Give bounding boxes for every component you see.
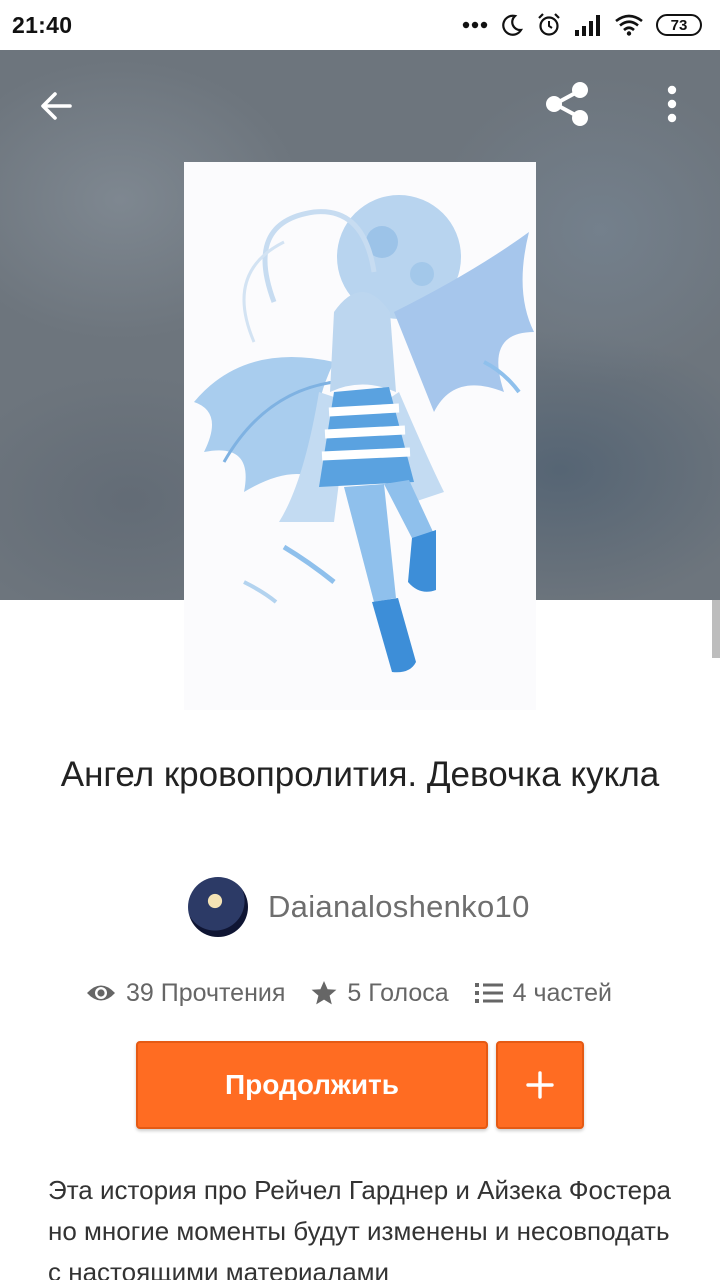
reads-count: 39 Прочтения [126, 978, 286, 1007]
parts-count: 4 частей [512, 978, 612, 1007]
wifi-icon [614, 14, 644, 36]
story-description: Эта история про Рейчел Гарднер и Айзека … [48, 1175, 671, 1280]
author-link[interactable]: Daianaloshenko10 [188, 876, 530, 938]
more-options-button[interactable] [640, 72, 704, 136]
status-bar: 21:40 73 [0, 0, 720, 50]
alarm-icon [536, 12, 562, 38]
story-title: Ангел кровопролития. Девочка кукла [60, 755, 660, 794]
add-to-library-button[interactable] [496, 1041, 584, 1129]
plus-icon [526, 1071, 554, 1099]
eye-icon [87, 985, 115, 1001]
avatar[interactable] [188, 877, 248, 937]
continue-reading-button[interactable]: Продолжить [136, 1041, 488, 1129]
more-vertical-icon [667, 85, 677, 123]
back-button[interactable] [24, 74, 88, 138]
stat-votes: 5 Голоса [311, 978, 449, 1008]
status-time: 21:40 [12, 11, 73, 38]
arrow-left-icon [41, 92, 72, 120]
story-details-screen: 21:40 73 Ангел кровопролития. Девочка ку… [0, 0, 720, 1280]
list-icon [474, 983, 503, 1003]
status-icons: 73 [462, 12, 702, 38]
cover-illustration [194, 195, 534, 673]
share-button[interactable] [536, 72, 600, 136]
story-stats: 39 Прочтения 5 Голоса 4 частей [86, 968, 612, 1018]
share-icon [546, 82, 588, 126]
story-cover-image[interactable] [184, 162, 536, 710]
author-name[interactable]: Daianaloshenko10 [268, 889, 530, 925]
more-dots-icon [462, 21, 488, 29]
stat-reads: 39 Прочтения [86, 979, 285, 1008]
moon-icon [500, 13, 524, 37]
battery-icon: 73 [656, 14, 702, 36]
star-icon [311, 981, 337, 1005]
scrollbar[interactable] [712, 600, 720, 658]
stat-parts: 4 частей [474, 978, 612, 1008]
votes-count: 5 Голоса [347, 978, 449, 1007]
signal-icon [574, 14, 602, 36]
